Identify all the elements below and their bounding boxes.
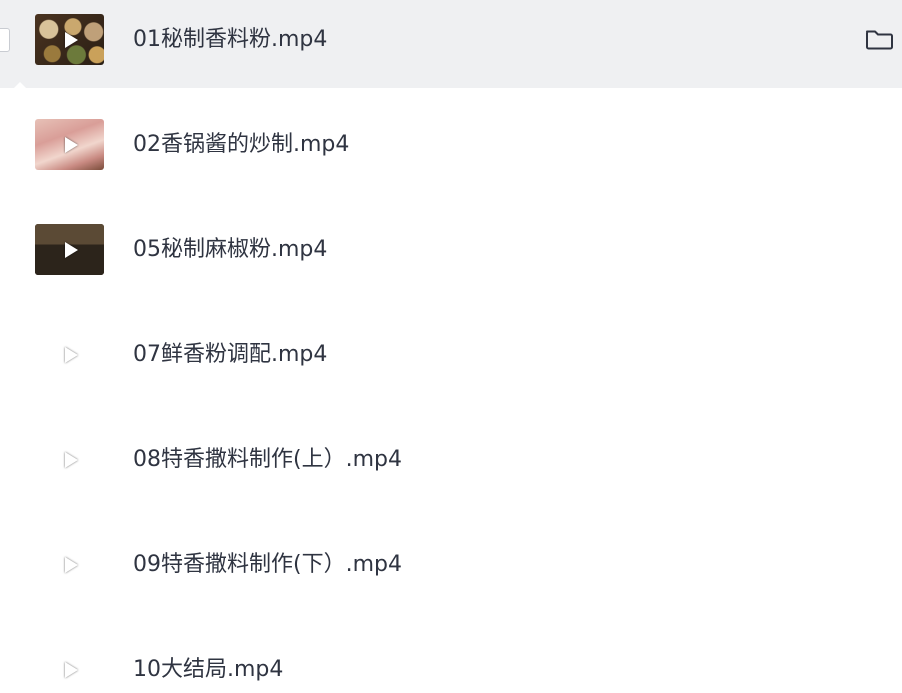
file-name[interactable]: 09特香撒料制作(下）.mp4 <box>133 551 402 579</box>
play-icon <box>64 31 78 48</box>
file-name[interactable]: 01秘制香料粉.mp4 <box>133 26 327 54</box>
file-name[interactable]: 10大结局.mp4 <box>133 656 283 684</box>
row-checkbox[interactable] <box>0 28 10 52</box>
play-icon <box>64 556 78 573</box>
play-icon <box>64 451 78 468</box>
file-name[interactable]: 08特香撒料制作(上）.mp4 <box>133 446 402 474</box>
video-thumbnail[interactable] <box>35 119 104 170</box>
file-list: 01秘制香料粉.mp4 02香锅酱的炒制.mp4 05秘制麻椒粉.mp4 07鲜… <box>0 0 902 693</box>
file-row-05[interactable]: 05秘制麻椒粉.mp4 <box>0 210 902 298</box>
file-row-07[interactable]: 07鲜香粉调配.mp4 <box>0 315 902 403</box>
video-thumbnail[interactable] <box>35 329 104 380</box>
file-name[interactable]: 05秘制麻椒粉.mp4 <box>133 236 327 264</box>
file-name[interactable]: 02香锅酱的炒制.mp4 <box>133 131 349 159</box>
play-icon <box>64 136 78 153</box>
file-row-02[interactable]: 02香锅酱的炒制.mp4 <box>0 105 902 193</box>
play-icon <box>64 346 78 363</box>
file-row-08[interactable]: 08特香撒料制作(上）.mp4 <box>0 420 902 508</box>
video-thumbnail[interactable] <box>35 224 104 275</box>
selection-pointer <box>14 82 26 88</box>
video-thumbnail[interactable] <box>35 644 104 693</box>
play-icon <box>64 241 78 258</box>
file-row-01[interactable]: 01秘制香料粉.mp4 <box>0 0 902 88</box>
file-row-09[interactable]: 09特香撒料制作(下）.mp4 <box>0 525 902 613</box>
file-name[interactable]: 07鲜香粉调配.mp4 <box>133 341 327 369</box>
file-row-10[interactable]: 10大结局.mp4 <box>0 630 902 693</box>
video-thumbnail[interactable] <box>35 14 104 65</box>
video-thumbnail[interactable] <box>35 434 104 485</box>
folder-icon[interactable] <box>864 27 894 51</box>
video-thumbnail[interactable] <box>35 539 104 590</box>
play-icon <box>64 661 78 678</box>
